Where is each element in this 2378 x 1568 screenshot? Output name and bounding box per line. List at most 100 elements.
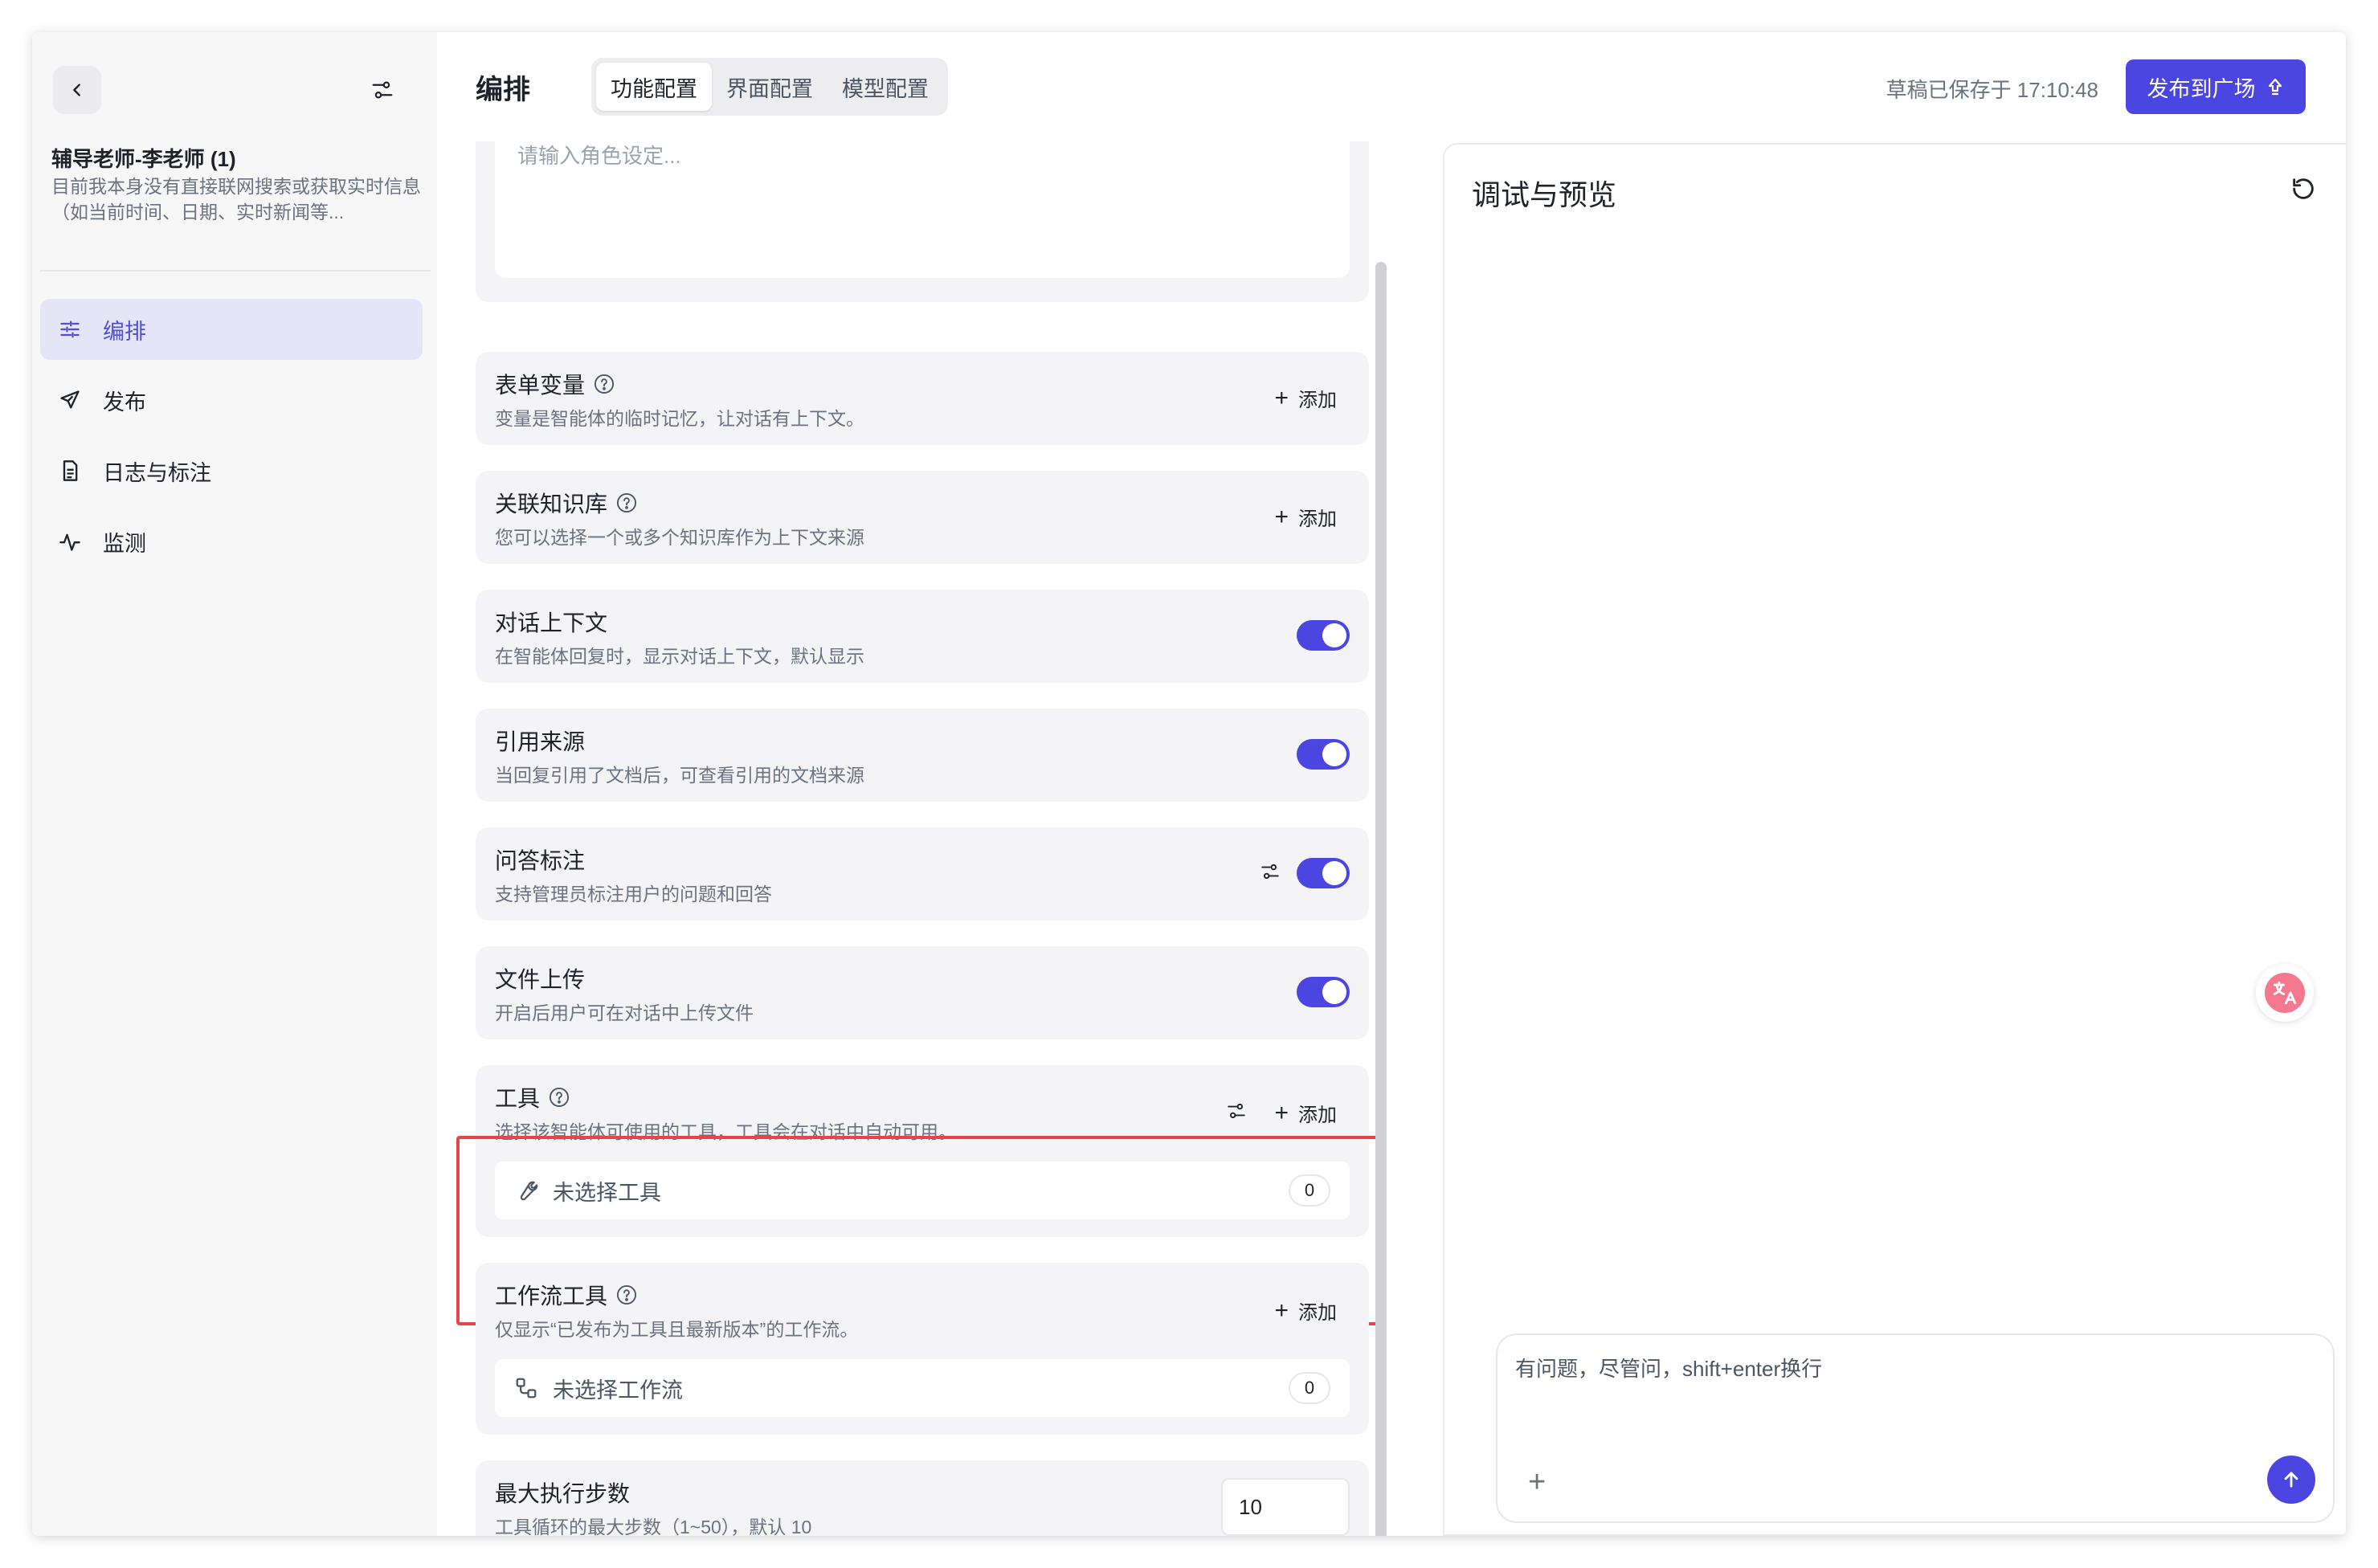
file-upload-title: 文件上传 xyxy=(495,967,586,992)
card-description: 仅显示“已发布为工具且最新版本”的工作流。 xyxy=(495,1319,859,1340)
sidebar-item-monitor[interactable]: 监测 xyxy=(40,511,423,572)
knowledge-base-card: 关联知识库 您可以选择一个或多个知识库作为上下文来源 + 添加 xyxy=(476,471,1369,564)
max-steps-input[interactable]: 10 xyxy=(1221,1478,1350,1536)
max-steps-card: 最大执行步数 工具循环的最大步数（1~50），默认 10 10 xyxy=(476,1460,1369,1536)
send-button[interactable] xyxy=(2267,1456,2315,1504)
chat-input[interactable]: 有问题，尽管问，shift+enter换行 + xyxy=(1496,1333,2335,1523)
add-workflow-button[interactable]: + 添加 xyxy=(1274,1296,1337,1325)
chat-placeholder: 有问题，尽管问，shift+enter换行 xyxy=(1515,1357,1823,1381)
help-icon[interactable] xyxy=(593,373,615,395)
card-description: 工具循环的最大步数（1~50），默认 10 xyxy=(495,1517,812,1536)
knowledge-title: 关联知识库 xyxy=(495,492,608,517)
prompt-placeholder: 请输入角色设定... xyxy=(517,144,681,168)
qa-annotation-title: 问答标注 xyxy=(495,848,586,873)
form-variables-card: 表单变量 变量是智能体的临时记忆，让对话有上下文。 + 添加 xyxy=(476,352,1369,445)
sidebar-item-label: 发布 xyxy=(103,390,146,414)
plus-icon: + xyxy=(1274,1296,1289,1324)
card-title: 工作流工具 xyxy=(495,1279,638,1311)
card-title: 工具 xyxy=(495,1081,570,1113)
sidebar-item-publish[interactable]: 发布 xyxy=(40,370,423,431)
help-icon[interactable] xyxy=(548,1086,570,1109)
back-button[interactable] xyxy=(53,66,101,114)
card-description: 当回复引用了文档后，可查看引用的文档来源 xyxy=(495,765,864,786)
context-card: 对话上下文 在智能体回复时，显示对话上下文，默认显示 xyxy=(476,590,1369,683)
publish-button[interactable]: 发布到广场 xyxy=(2126,59,2306,114)
card-description: 开启后用户可在对话中上传文件 xyxy=(495,1002,754,1023)
refresh-button[interactable] xyxy=(2290,175,2317,202)
workflow-icon xyxy=(514,1376,538,1400)
qa-annotation-toggle[interactable] xyxy=(1297,858,1350,888)
qa-settings-button[interactable] xyxy=(1260,861,1281,882)
agent-settings-button[interactable] xyxy=(366,74,398,106)
divider xyxy=(40,270,431,272)
add-label: 添加 xyxy=(1298,1302,1337,1324)
workflow-selection-box[interactable]: 未选择工作流 0 xyxy=(495,1359,1350,1417)
sidebar-item-logs[interactable]: 日志与标注 xyxy=(40,440,423,501)
help-icon[interactable] xyxy=(615,492,638,514)
upload-icon xyxy=(2266,77,2285,96)
card-description: 支持管理员标注用户的问题和回答 xyxy=(495,884,772,904)
form-variables-title: 表单变量 xyxy=(495,373,586,398)
document-icon xyxy=(58,459,82,483)
citation-toggle[interactable] xyxy=(1297,739,1350,770)
publish-label: 发布到广场 xyxy=(2147,76,2256,101)
workflow-tools-card: 工作流工具 仅显示“已发布为工具且最新版本”的工作流。 + 添加 未选择工作流 … xyxy=(476,1263,1369,1435)
prompt-card: 请输入角色设定... xyxy=(476,141,1369,302)
refresh-icon xyxy=(2293,178,2314,199)
translate-icon xyxy=(2265,973,2305,1013)
config-panel: 请输入角色设定... 表单变量 变量是智能体的临时记忆，让对话有上下文。 + 添… xyxy=(437,141,1401,1536)
chevron-left-icon xyxy=(73,84,80,96)
citation-title: 引用来源 xyxy=(495,729,586,754)
plus-icon: + xyxy=(1274,1099,1289,1126)
file-upload-toggle[interactable] xyxy=(1297,977,1350,1007)
sidebar-item-orchestrate[interactable]: 编排 xyxy=(40,299,423,360)
agent-description: 目前我本身没有直接联网搜索或获取实时信息（如当前时间、日期、实时新闻等... xyxy=(51,176,421,223)
workflow-count-badge: 0 xyxy=(1289,1372,1330,1404)
card-title: 表单变量 xyxy=(495,368,615,400)
settings-sliders-icon xyxy=(1261,864,1279,880)
sidebar-item-label: 监测 xyxy=(103,531,146,556)
attach-plus-icon[interactable]: + xyxy=(1528,1467,1546,1497)
card-description: 您可以选择一个或多个知识库作为上下文来源 xyxy=(495,527,864,548)
settings-sliders-icon xyxy=(372,81,393,99)
settings-sliders-icon xyxy=(1228,1103,1245,1119)
tab-function-config[interactable]: 功能配置 xyxy=(596,63,712,111)
add-label: 添加 xyxy=(1298,390,1337,411)
tab-ui-config[interactable]: 界面配置 xyxy=(712,63,827,111)
add-variable-button[interactable]: + 添加 xyxy=(1274,384,1337,412)
workflow-tools-title: 工作流工具 xyxy=(495,1284,608,1309)
context-toggle[interactable] xyxy=(1297,620,1350,651)
sidebar-item-label: 编排 xyxy=(103,319,146,344)
help-icon[interactable] xyxy=(615,1284,638,1306)
tools-title: 工具 xyxy=(495,1086,541,1111)
workflow-empty-label: 未选择工作流 xyxy=(553,1378,683,1403)
config-scrollbar[interactable] xyxy=(1375,262,1387,1536)
preview-panel: 调试与预览 有问题，尽管问，shift+enter换行 + xyxy=(1443,143,2346,1536)
preview-title: 调试与预览 xyxy=(1472,178,1617,211)
tab-model-config[interactable]: 模型配置 xyxy=(827,63,943,111)
sliders-icon xyxy=(58,317,82,341)
tools-settings-button[interactable] xyxy=(1226,1100,1247,1121)
add-tool-button[interactable]: + 添加 xyxy=(1274,1099,1337,1127)
context-title: 对话上下文 xyxy=(495,610,608,635)
saved-status: 草稿已保存于 17:10:48 xyxy=(1886,78,2098,102)
add-knowledge-button[interactable]: + 添加 xyxy=(1274,503,1337,531)
card-description: 变量是智能体的临时记忆，让对话有上下文。 xyxy=(495,408,864,429)
prompt-textarea[interactable]: 请输入角色设定... xyxy=(495,141,1350,278)
qa-annotation-card: 问答标注 支持管理员标注用户的问题和回答 xyxy=(476,827,1369,921)
send-icon xyxy=(58,388,82,412)
plus-icon: + xyxy=(1274,384,1289,411)
citation-card: 引用来源 当回复引用了文档后，可查看引用的文档来源 xyxy=(476,708,1369,802)
file-upload-card: 文件上传 开启后用户可在对话中上传文件 xyxy=(476,946,1369,1039)
add-label: 添加 xyxy=(1298,508,1337,530)
config-tabs: 功能配置 界面配置 模型配置 xyxy=(591,58,948,116)
agent-name: 辅导老师-李老师 (1) xyxy=(51,147,236,171)
sidebar-item-label: 日志与标注 xyxy=(103,460,211,485)
app-window: 辅导老师-李老师 (1) 目前我本身没有直接联网搜索或获取实时信息（如当前时间、… xyxy=(32,32,2346,1536)
add-label: 添加 xyxy=(1298,1105,1337,1126)
topbar: 编排 功能配置 界面配置 模型配置 草稿已保存于 17:10:48 发布到广场 xyxy=(437,32,2346,141)
sidebar: 辅导老师-李老师 (1) 目前我本身没有直接联网搜索或获取实时信息（如当前时间、… xyxy=(32,32,437,1536)
translate-button[interactable] xyxy=(2256,964,2314,1022)
plus-icon: + xyxy=(1274,503,1289,530)
arrow-up-icon xyxy=(2284,1472,2298,1488)
